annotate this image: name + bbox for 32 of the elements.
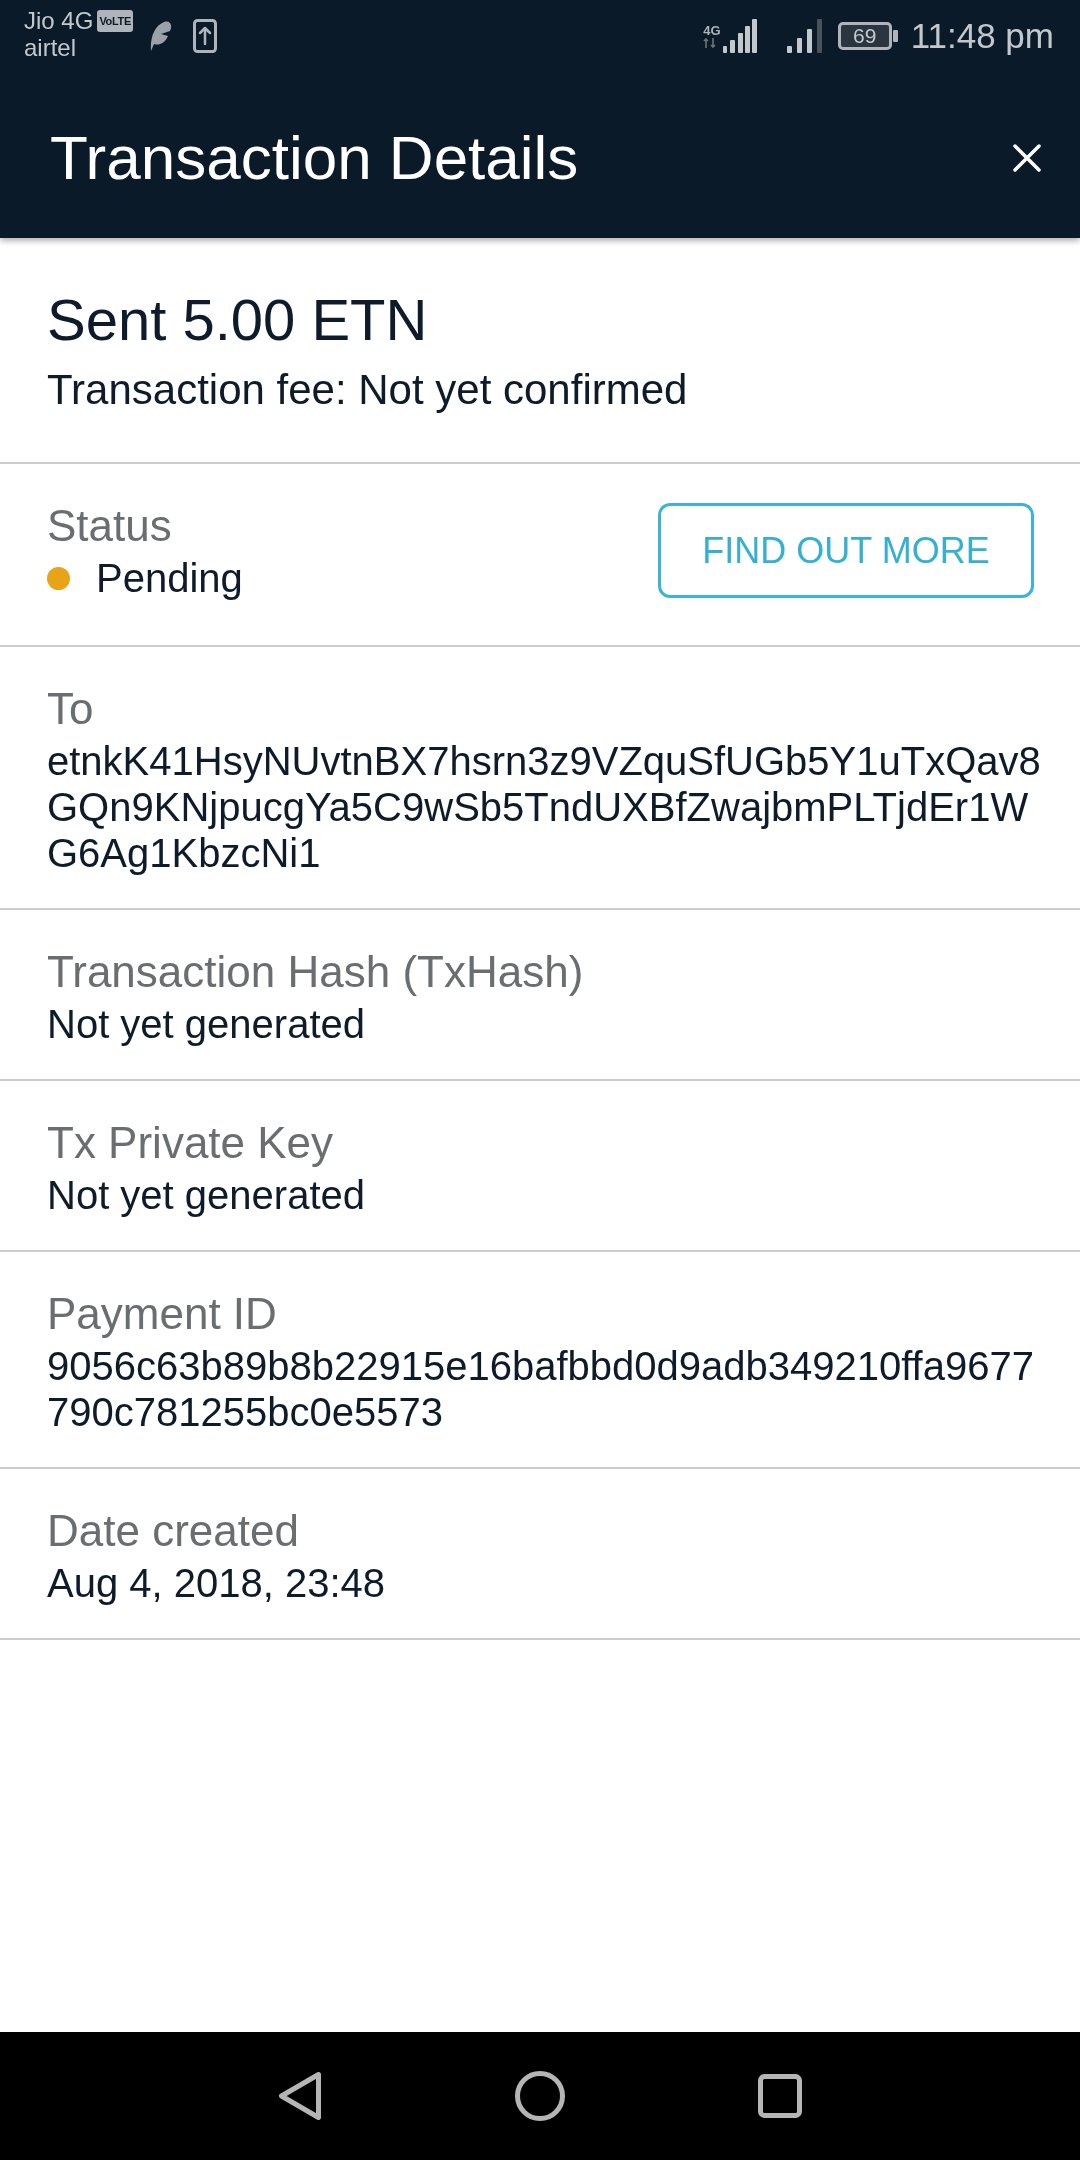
field-value: Not yet generated	[47, 1172, 365, 1218]
battery-indicator: 69	[837, 22, 892, 50]
transaction-fee: Transaction fee: Not yet confirmed	[47, 366, 689, 414]
clock-time: 11:48 pm	[910, 16, 1054, 56]
recent-apps-icon[interactable]	[758, 2074, 802, 2118]
field-label: Payment ID	[47, 1288, 277, 1340]
field-label: Status	[47, 500, 172, 552]
field-label: To	[47, 683, 94, 735]
carrier-name: airtel	[24, 34, 78, 61]
field-value: Aug 4, 2018, 23:48	[47, 1560, 386, 1606]
upload-icon	[193, 19, 218, 53]
leaf-icon	[148, 21, 173, 51]
home-icon[interactable]	[515, 2071, 565, 2121]
field-value: etnkK41HsyNUvtnBX7hsrn3z9VZquSfUGb5Y1uTxQav8GQn9KNjpucgYa5C9wSb5TndUXBfZwajbmPLTjdEr1WG6Ag1KbzcNi1	[47, 738, 1042, 876]
signal-icon	[722, 19, 757, 53]
status-value: Pending	[96, 555, 243, 601]
signal-icon	[786, 19, 823, 53]
field-value: Not yet generated	[47, 1001, 365, 1047]
volte-badge: VoLTE	[97, 9, 134, 32]
field-label: Date created	[47, 1505, 299, 1557]
network-type-label: 4G	[703, 24, 721, 38]
close-icon[interactable]	[1013, 144, 1041, 172]
field-label: Tx Private Key	[47, 1117, 334, 1169]
more-info-button[interactable]: FIND OUT MORE	[658, 503, 1034, 598]
screen-title: Transaction Details	[50, 122, 579, 194]
battery-tip-icon	[892, 30, 898, 42]
field-value: 9056c63b89b8b22915e16bafbbd0d9adb349210ffa9677790c781255bc0e5573	[47, 1343, 1035, 1435]
back-icon[interactable]	[278, 2071, 322, 2121]
field-label: Transaction Hash (TxHash)	[47, 946, 584, 998]
sent-amount: Sent 5.00 ETN	[47, 287, 429, 353]
carrier-name: Jio 4G	[24, 7, 94, 34]
data-arrows-icon	[703, 38, 718, 48]
